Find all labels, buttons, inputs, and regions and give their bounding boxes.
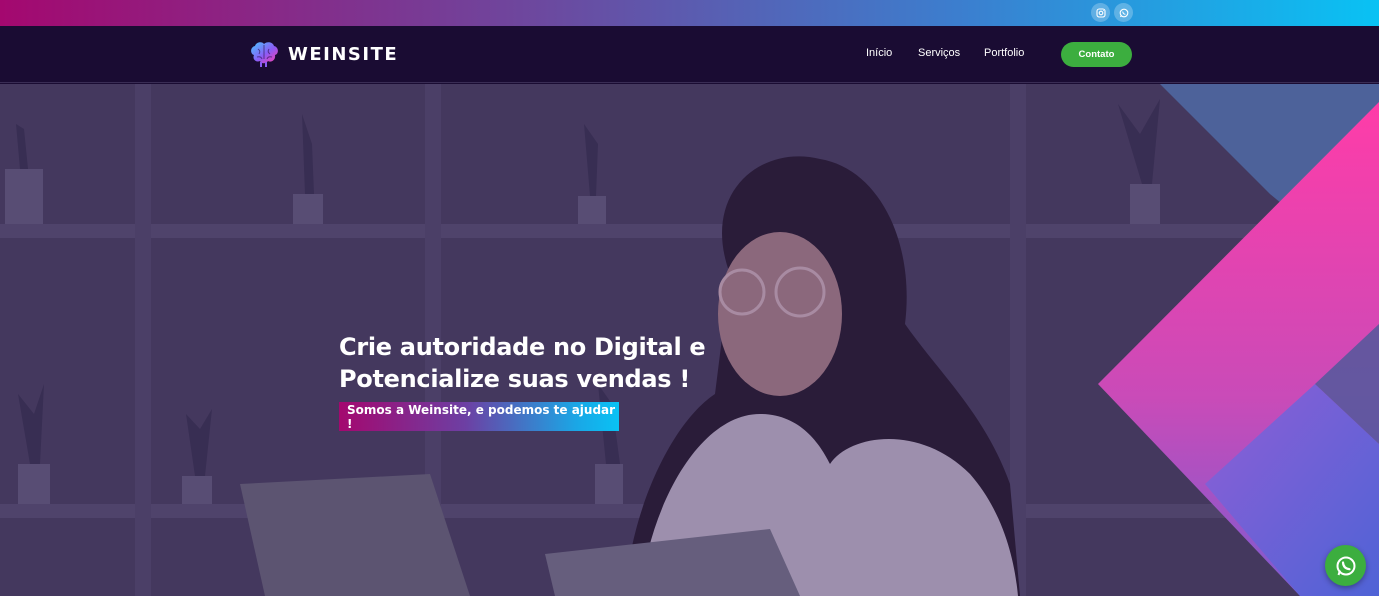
brain-logo-icon (251, 42, 278, 67)
whatsapp-icon (1336, 556, 1355, 575)
instagram-icon (1095, 7, 1106, 18)
main-navbar: WEINSITE Início Serviços Portfolio Conta… (0, 26, 1379, 83)
nav-link-portfolio[interactable]: Portfolio (984, 47, 1024, 59)
contato-button[interactable]: Contato (1061, 42, 1132, 67)
nav-link-inicio[interactable]: Início (866, 47, 892, 59)
whatsapp-float-button[interactable] (1325, 545, 1366, 586)
nav-link-servicos[interactable]: Serviços (918, 47, 960, 59)
hero-subline: Somos a Weinsite, e podemos te ajudar ! (339, 402, 619, 431)
brand-logo[interactable]: WEINSITE (248, 39, 398, 69)
top-bar (0, 0, 1379, 26)
hero-headline-line2: Potencialize suas vendas ! (339, 365, 690, 393)
hero-section: Crie autoridade no Digital e Potencializ… (0, 84, 1379, 596)
brand-name: WEINSITE (288, 43, 399, 65)
hero-headline-line1: Crie autoridade no Digital e (339, 333, 706, 361)
instagram-button[interactable] (1091, 3, 1110, 22)
hero-headline: Crie autoridade no Digital e Potencializ… (339, 331, 759, 395)
whatsapp-icon (1119, 8, 1128, 17)
whatsapp-top-button[interactable] (1114, 3, 1133, 22)
